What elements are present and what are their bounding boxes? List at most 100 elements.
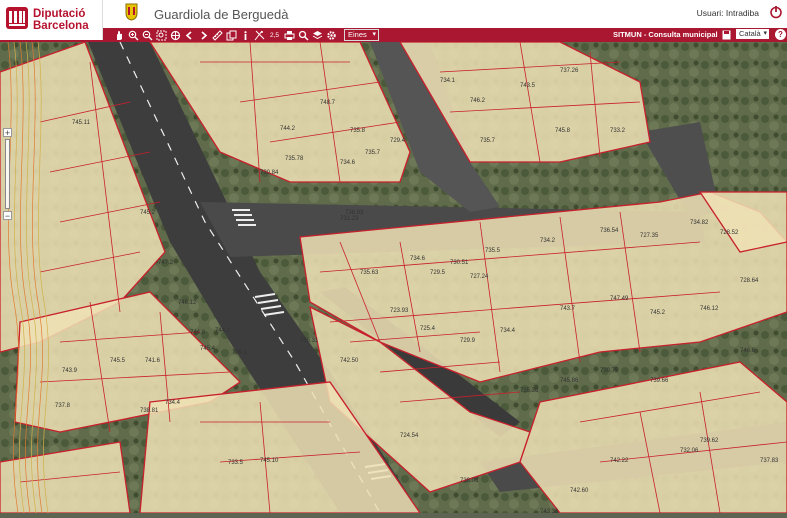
elevation-label: 734.6 (340, 160, 356, 166)
elevation-label: 735.5 (485, 248, 501, 254)
diputacio-logo[interactable]: Diputació Barcelona (0, 0, 103, 40)
tool-group: 2,5 Eines (114, 28, 379, 42)
elevation-label: 725.4 (420, 326, 436, 332)
elevation-label: 734.2 (540, 238, 556, 244)
next-view-icon[interactable] (198, 30, 209, 41)
elevation-label: 729.9 (460, 338, 476, 344)
elevation-label: 735.31 (300, 338, 319, 344)
measure-icon[interactable] (212, 29, 223, 41)
elevation-label: 736.54 (600, 228, 619, 234)
copy-icon[interactable] (226, 30, 237, 41)
elevation-label: 734.4 (500, 328, 516, 334)
elevation-label: 727.35 (640, 233, 659, 239)
zoom-out-icon[interactable] (142, 30, 153, 41)
pan-icon[interactable] (114, 30, 125, 41)
elevation-label: 743.7 (560, 306, 576, 312)
help-icon[interactable]: ? (775, 29, 786, 40)
org-name-line2: Barcelona (33, 20, 89, 32)
map-toolbar: 2,5 Eines SITMUN - Consulta municipal Ca… (0, 28, 787, 42)
elevation-label: 739.66 (650, 378, 669, 384)
municipality-name: Guardiola de Berguedà (154, 7, 289, 22)
elevation-label: 742.50 (340, 358, 359, 364)
elevation-label: 745.5 (110, 358, 126, 364)
elevation-label: 738.81 (140, 408, 159, 414)
elevation-label: 728.52 (720, 230, 739, 236)
elevation-label: 746.6 (740, 348, 756, 354)
org-name: Diputació Barcelona (33, 8, 89, 32)
elevation-label: 733.5 (228, 460, 244, 466)
elevation-label: 745.11 (72, 120, 91, 126)
app-header: Diputació Barcelona Guardiola de Bergued… (0, 0, 787, 40)
coat-of-arms-icon (125, 3, 138, 21)
elevation-label: 738.06 (460, 478, 479, 484)
elevation-label: 747.49 (610, 296, 629, 302)
elevation-label: 745.2 (650, 310, 666, 316)
elevation-label: 735.7 (365, 150, 381, 156)
map-view[interactable]: 745.11 745.2 747.2 745.12 744.8 745.4 744.2 743… (0, 41, 787, 515)
zoom-control: + − (3, 128, 12, 221)
elevation-label: 727.24 (470, 274, 489, 280)
elevation-label: 737.26 (560, 68, 579, 74)
elevation-label: 744.2 (215, 328, 231, 334)
elevation-label: 739.62 (700, 438, 719, 444)
search-icon[interactable] (298, 30, 309, 41)
elevation-label: 748.7 (320, 100, 336, 106)
elevation-label: 743.5 (520, 83, 536, 89)
layers-icon[interactable] (312, 30, 323, 41)
elevation-label: 744.8 (190, 330, 206, 336)
info-icon[interactable] (240, 30, 251, 41)
zoom-in-icon[interactable] (128, 30, 139, 41)
diputacio-emblem-icon (6, 7, 28, 29)
coordinate-tool[interactable]: 2,5 (268, 30, 281, 41)
zoom-slider[interactable] (5, 139, 10, 209)
elevation-label: 746.2 (470, 98, 486, 104)
elevation-label: 734.82 (690, 220, 709, 226)
language-select[interactable]: Català (736, 29, 769, 39)
elevation-label: 730.84 (260, 170, 279, 176)
draw-icon[interactable] (254, 30, 265, 41)
elevation-label: 745.86 (560, 378, 579, 384)
settings-icon[interactable] (326, 30, 337, 41)
elevation-label: 746.12 (700, 306, 719, 312)
previous-view-icon[interactable] (184, 30, 195, 41)
elevation-label: 747.2 (158, 260, 174, 266)
logout-icon[interactable] (769, 5, 783, 19)
elevation-label: 735.7 (480, 138, 496, 144)
elevation-label: 737.83 (760, 458, 779, 464)
zoom-box-icon[interactable] (156, 30, 167, 41)
zoom-out-button[interactable]: − (3, 211, 12, 221)
elevation-label: 723.93 (390, 308, 409, 314)
elevation-label: 745.10 (260, 458, 279, 464)
map-canvas[interactable]: 745.11 745.2 747.2 745.12 744.8 745.4 744.2 743… (0, 41, 787, 515)
elevation-label: 734.6 (410, 256, 426, 262)
elevation-label: 745.8 (555, 128, 571, 134)
save-icon[interactable] (722, 30, 731, 40)
elevation-label: 745.4 (200, 346, 216, 352)
elevation-label: 735.78 (285, 156, 304, 162)
elevation-label: 745.2 (140, 210, 156, 216)
tools-dropdown[interactable]: Eines (344, 29, 379, 41)
elevation-label: 741.6 (145, 358, 161, 364)
zoom-extent-icon[interactable] (170, 30, 181, 41)
elevation-label: 737.8 (55, 403, 71, 409)
elevation-label: 743.9 (62, 368, 78, 374)
elevation-label: 735.63 (360, 270, 379, 276)
app-title: SITMUN - Consulta municipal (613, 30, 718, 39)
elevation-label: 735.36 (520, 388, 539, 394)
elevation-label: 735.8 (350, 128, 366, 134)
org-name-line1: Diputació (33, 8, 86, 20)
elevation-label: 743.36 (540, 509, 559, 513)
elevation-label: 732.06 (680, 448, 699, 454)
elevation-label: 742.22 (610, 458, 629, 464)
elevation-label: 731.23 (340, 216, 359, 222)
elevation-label: 733.2 (610, 128, 626, 134)
print-icon[interactable] (284, 30, 295, 41)
elevation-label: 739.1 (232, 350, 248, 356)
user-label: Usuari: Intradiba (696, 8, 759, 18)
elevation-label: 728.64 (740, 278, 759, 284)
elevation-label: 730.75 (600, 368, 619, 374)
elevation-label: 729.4 (390, 138, 406, 144)
elevation-label: 744.2 (280, 126, 296, 132)
zoom-in-button[interactable]: + (3, 128, 12, 138)
elevation-label: 734.1 (440, 78, 456, 84)
